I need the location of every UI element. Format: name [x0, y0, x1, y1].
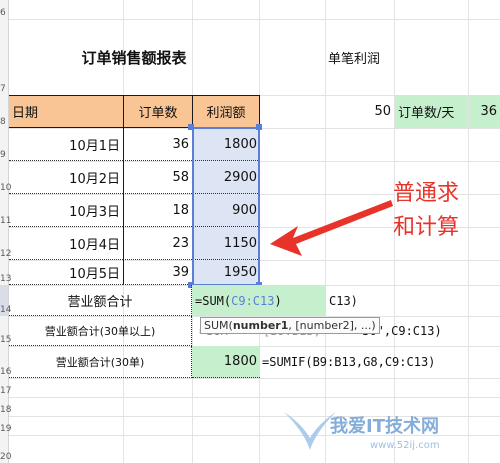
gridline	[9, 397, 500, 398]
row-header-9[interactable]: 9	[0, 128, 9, 161]
orders-cell[interactable]: 39	[123, 260, 192, 285]
date-cell[interactable]: 10月3日	[9, 194, 123, 227]
row-header-14[interactable]: 14	[0, 285, 11, 316]
row-header-17[interactable]: 17	[0, 378, 11, 397]
formula-prefix: =SUM(	[195, 293, 232, 308]
row-header-7[interactable]: 7	[0, 19, 9, 95]
eq30-label[interactable]: 营业额合计(30单)	[9, 346, 192, 378]
function-tooltip[interactable]: SUM(number1, [number2], ...)	[200, 317, 380, 334]
row-header-19[interactable]: 19	[0, 416, 11, 435]
orders-cell[interactable]: 36	[123, 128, 192, 161]
selection-range	[192, 127, 260, 286]
total-label[interactable]: 营业额合计	[9, 285, 192, 316]
header-profit[interactable]: 利润额	[192, 95, 260, 128]
row-header-10[interactable]: 10	[0, 161, 11, 194]
total-formula-cell[interactable]: =SUM( C9:C13 )	[192, 285, 326, 316]
row-header-20[interactable]: 20	[0, 435, 11, 463]
orders-per-day-value[interactable]: 36	[469, 95, 500, 128]
row-header-12[interactable]: 12	[0, 227, 11, 260]
date-cell[interactable]: 10月1日	[9, 128, 123, 161]
unit-profit-label[interactable]: 单笔利润	[326, 19, 394, 95]
row-header-13[interactable]: 13	[0, 260, 11, 285]
arrow-head-icon	[270, 200, 393, 256]
row-header-11[interactable]: 11	[0, 194, 11, 227]
unit-profit-value[interactable]: 50	[326, 95, 394, 128]
orders-cell[interactable]: 18	[123, 194, 192, 227]
row-header-6[interactable]: 6	[0, 0, 9, 19]
eq30-formula: =SUMIF(B9:B13,G8,C9:C13)	[262, 355, 436, 369]
annotation-line2: 和计算	[393, 215, 460, 240]
row-header-18[interactable]: 18	[0, 397, 11, 416]
orders-per-day-label[interactable]: 订单数/天	[395, 95, 468, 128]
orders-cell[interactable]: 58	[123, 161, 192, 194]
row-header-8[interactable]: 8	[0, 95, 9, 128]
row-header-15[interactable]: 15	[0, 316, 11, 346]
watermark-brand: 我爱IT技术网	[330, 416, 439, 437]
over30-label[interactable]: 营业额合计(30单以上)	[9, 316, 192, 346]
orders-cell[interactable]: 23	[123, 227, 192, 260]
tooltip-fn: SUM(	[204, 319, 233, 332]
report-title[interactable]: 订单销售额报表	[9, 19, 259, 95]
date-cell[interactable]: 10月2日	[9, 161, 123, 194]
header-orders[interactable]: 订单数	[123, 95, 192, 128]
date-cell[interactable]: 10月4日	[9, 227, 123, 260]
row-header-16[interactable]: 16	[0, 346, 11, 378]
selection-handle[interactable]	[188, 124, 194, 130]
formula-suffix: )	[274, 293, 282, 308]
date-cell[interactable]: 10月5日	[9, 260, 123, 285]
tooltip-arg1: number1	[232, 319, 289, 332]
annotation-line1: 普通求	[393, 181, 460, 206]
selection-handle[interactable]	[256, 124, 262, 130]
gridline	[9, 378, 500, 379]
watermark-url: www.52ij.com	[370, 440, 440, 451]
formula-range-ref: C9:C13	[231, 293, 275, 308]
formula-overflow-text: C13)	[329, 293, 358, 308]
eq30-value[interactable]: 1800	[192, 346, 260, 378]
header-date[interactable]: 日期	[9, 95, 123, 128]
tooltip-rest: , [number2], ...)	[288, 319, 376, 332]
